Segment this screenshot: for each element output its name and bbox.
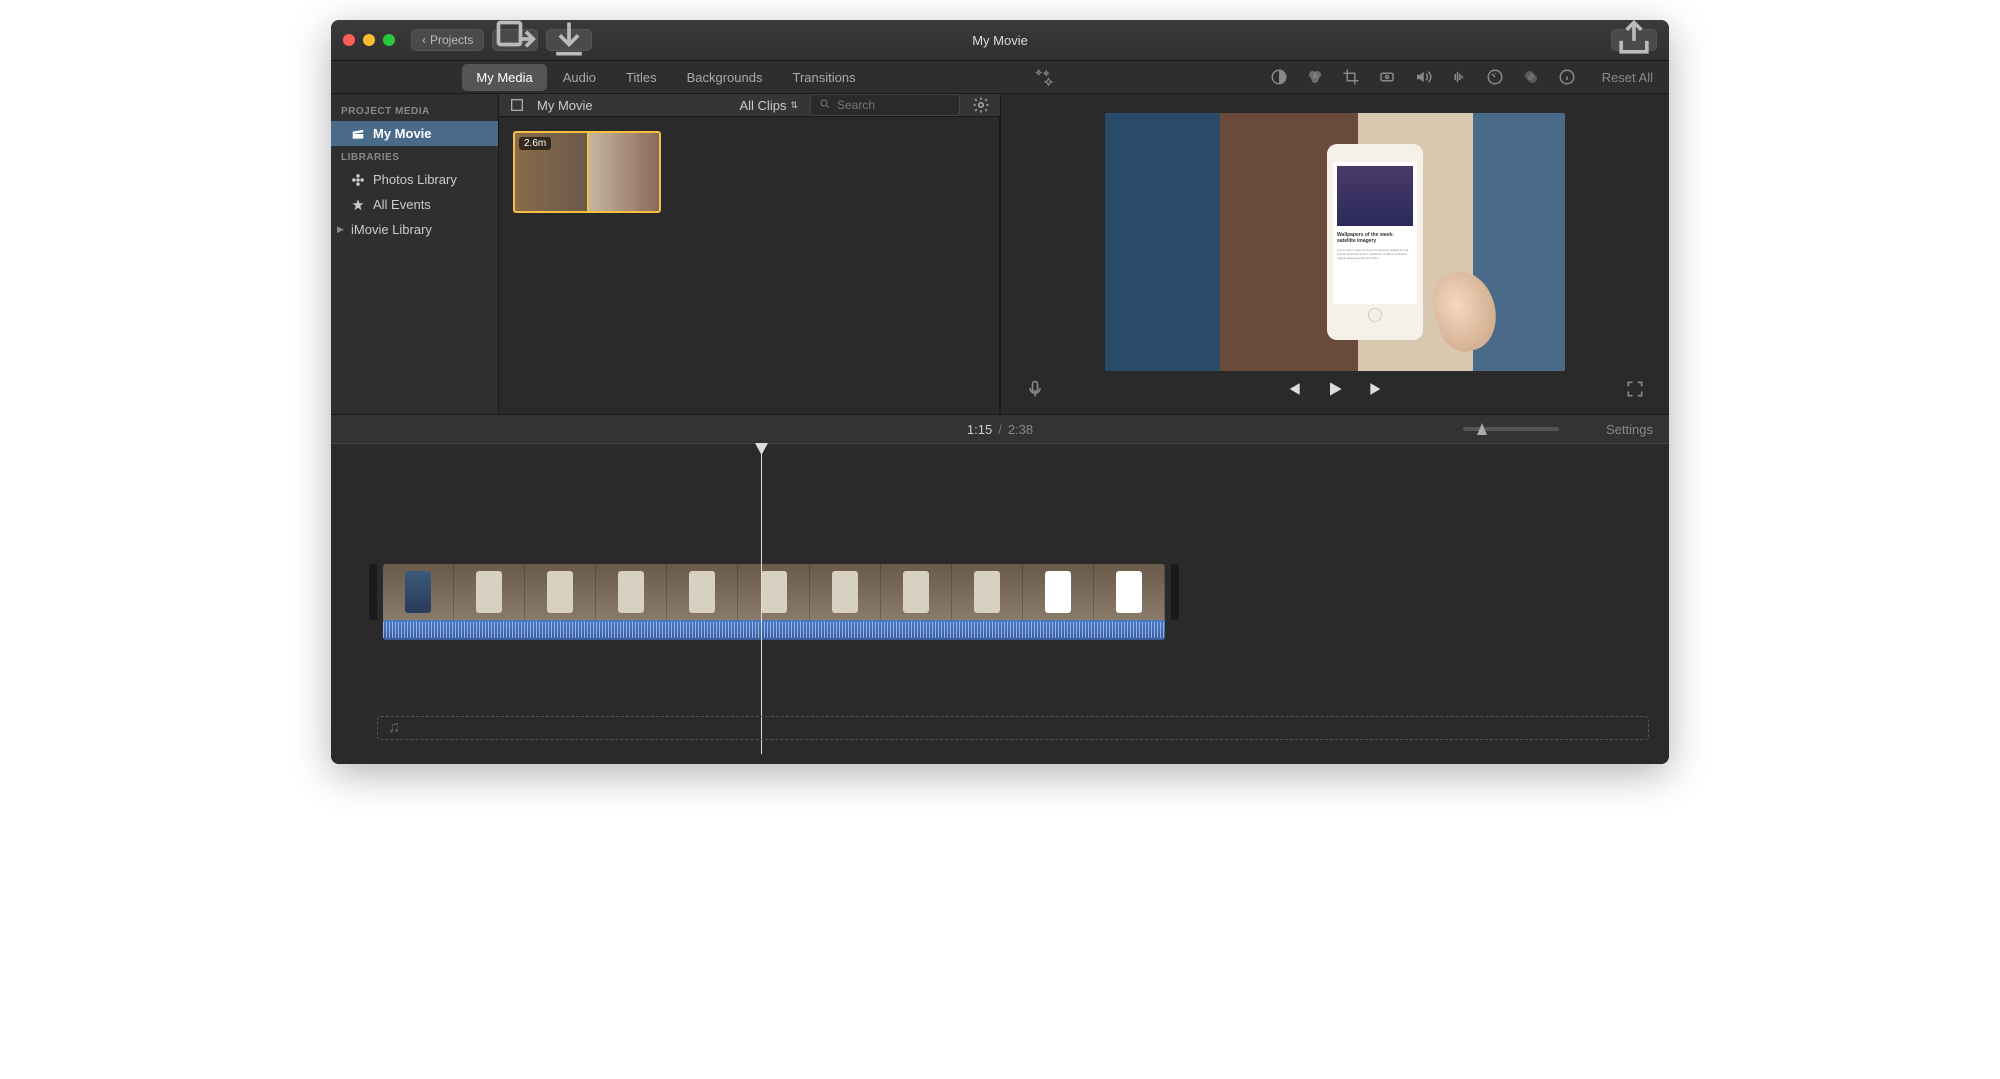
sidebar-project-label: My Movie [373, 126, 432, 141]
grid-arrow-icon [493, 20, 537, 64]
timeline-frame [1094, 564, 1165, 620]
voiceover-button[interactable] [1025, 379, 1045, 399]
viewer-controls [1021, 371, 1649, 399]
next-button[interactable] [1367, 379, 1387, 399]
projects-label: Projects [430, 33, 473, 47]
imovie-window: ‹ Projects My Movie My Media Audio Title… [331, 20, 1669, 764]
browser-project-name: My Movie [537, 98, 593, 113]
share-button[interactable] [1611, 29, 1657, 51]
timeline-frame [525, 564, 596, 620]
timeline-frame [1023, 564, 1094, 620]
main-area: PROJECT MEDIA My Movie LIBRARIES Photos … [331, 94, 1669, 414]
clip-playhead-marker [587, 133, 589, 211]
sidebar-library-label: iMovie Library [351, 222, 432, 237]
sidebar-item-project[interactable]: My Movie [331, 121, 498, 146]
fullscreen-button[interactable] [1625, 379, 1645, 399]
playhead-time: 1:15 [967, 422, 992, 437]
content-tabs-row: My Media Audio Titles Backgrounds Transi… [331, 60, 1669, 94]
color-balance-icon[interactable] [1270, 68, 1288, 86]
gear-icon[interactable] [972, 96, 990, 114]
sidebar-photos-label: Photos Library [373, 172, 457, 187]
preview-hand [1426, 265, 1505, 358]
download-icon [547, 20, 591, 64]
info-icon[interactable] [1558, 68, 1576, 86]
tab-transitions[interactable]: Transitions [778, 64, 869, 91]
filter-label: All Clips [739, 98, 786, 113]
sidebar-item-imovie-library[interactable]: ▶ iMovie Library [331, 217, 498, 242]
clip-duration-badge: 2.6m [519, 137, 551, 150]
libraries-header: LIBRARIES [331, 146, 498, 167]
preview-card-title: Wallpapers of the week: satellite imager… [1333, 230, 1417, 246]
background-music-track[interactable]: ♫ [377, 716, 1649, 740]
viewer-canvas[interactable]: Wallpapers of the week: satellite imager… [1105, 113, 1565, 371]
audio-waveform[interactable] [383, 620, 1165, 640]
timeline-frame [738, 564, 809, 620]
updown-icon: ⇅ [790, 101, 798, 110]
play-button[interactable] [1325, 379, 1345, 399]
tab-titles[interactable]: Titles [612, 64, 671, 91]
clapperboard-icon [351, 127, 365, 141]
project-media-header: PROJECT MEDIA [331, 100, 498, 121]
total-duration: 2:38 [1008, 422, 1033, 437]
timeline-frame [596, 564, 667, 620]
timeline-frame [810, 564, 881, 620]
tab-audio[interactable]: Audio [549, 64, 610, 91]
timeline-settings-button[interactable]: Settings [1606, 422, 1653, 437]
tab-backgrounds[interactable]: Backgrounds [673, 64, 777, 91]
browser-toolbar: My Movie All Clips ⇅ Search [499, 94, 1000, 117]
timeline-frame [952, 564, 1023, 620]
search-placeholder: Search [837, 98, 875, 112]
flower-icon [351, 173, 365, 187]
timeline-frame [454, 564, 525, 620]
enhance-icon[interactable] [1035, 68, 1053, 86]
sidebar: PROJECT MEDIA My Movie LIBRARIES Photos … [331, 94, 499, 414]
star-icon [351, 198, 365, 212]
chevron-left-icon: ‹ [422, 33, 426, 47]
sidebar-events-label: All Events [373, 197, 431, 212]
stabilization-icon[interactable] [1378, 68, 1396, 86]
window-controls [343, 34, 395, 46]
timeline-header: 1:15 / 2:38 Settings [331, 414, 1669, 444]
download-button[interactable] [546, 29, 592, 51]
speed-icon[interactable] [1486, 68, 1504, 86]
music-note-icon: ♫ [388, 719, 400, 737]
close-window[interactable] [343, 34, 355, 46]
preview-card-body: Lorem ipsum dolor sit amet consectetur a… [1333, 246, 1417, 263]
video-filmstrip[interactable] [383, 564, 1165, 620]
maximize-window[interactable] [383, 34, 395, 46]
share-icon [1612, 20, 1656, 64]
clip-filter-icon[interactable] [1522, 68, 1540, 86]
zoom-slider[interactable] [1463, 427, 1559, 431]
reset-all-button[interactable]: Reset All [1602, 70, 1653, 85]
prev-button[interactable] [1283, 379, 1303, 399]
disclosure-triangle-icon[interactable]: ▶ [337, 224, 344, 235]
search-icon [819, 98, 831, 113]
sidebar-item-photos[interactable]: Photos Library [331, 167, 498, 192]
color-correction-icon[interactable] [1306, 68, 1324, 86]
projects-button[interactable]: ‹ Projects [411, 29, 484, 51]
search-input[interactable]: Search [810, 94, 960, 116]
preview-phone: Wallpapers of the week: satellite imager… [1327, 144, 1423, 340]
timeline-playhead[interactable] [761, 444, 762, 754]
timeline-frame [667, 564, 738, 620]
time-separator: / [998, 422, 1002, 437]
timeline-frame [881, 564, 952, 620]
timeline-frame [383, 564, 454, 620]
clips-filter-dropdown[interactable]: All Clips ⇅ [739, 98, 798, 113]
sidebar-item-all-events[interactable]: All Events [331, 192, 498, 217]
clip-end-handle[interactable] [1171, 564, 1179, 620]
noise-reduction-icon[interactable] [1450, 68, 1468, 86]
list-toggle-icon[interactable] [509, 97, 525, 113]
clip-thumbnail[interactable]: 2.6m [513, 131, 661, 213]
import-media-button[interactable] [492, 29, 538, 51]
clip-start-handle[interactable] [369, 564, 377, 620]
crop-icon[interactable] [1342, 68, 1360, 86]
volume-icon[interactable] [1414, 68, 1432, 86]
video-track[interactable] [383, 564, 1165, 640]
viewer-panel: Wallpapers of the week: satellite imager… [1001, 94, 1669, 414]
timeline[interactable]: ♫ [331, 444, 1669, 764]
minimize-window[interactable] [363, 34, 375, 46]
tab-my-media[interactable]: My Media [462, 64, 546, 91]
titlebar: ‹ Projects My Movie [331, 20, 1669, 60]
